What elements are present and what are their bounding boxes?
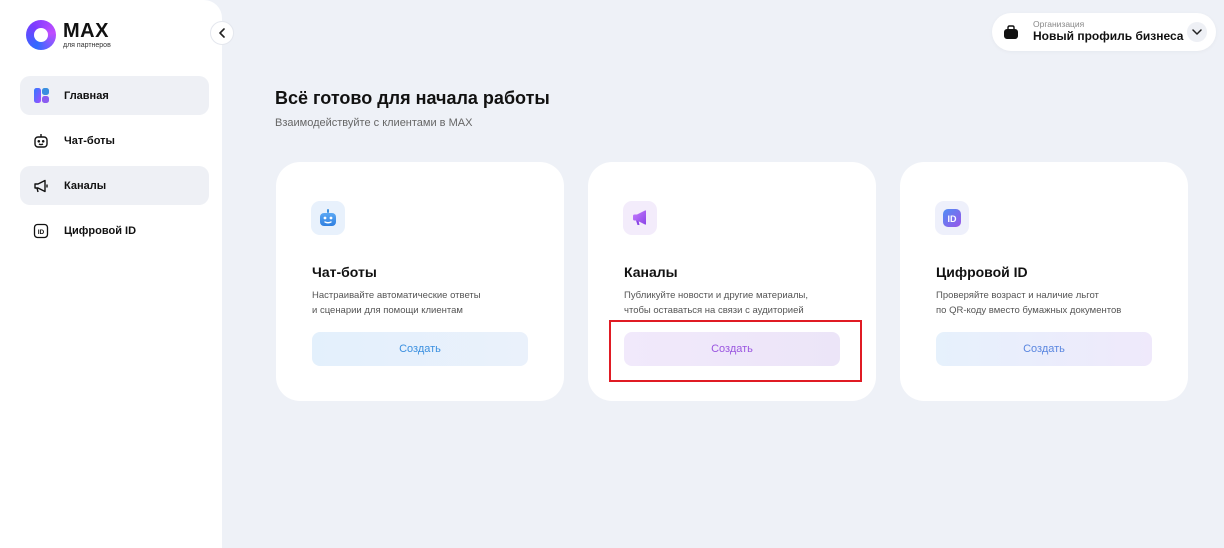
sidebar-item-label: Цифровой ID [64, 224, 137, 237]
create-channel-button[interactable]: Создать [624, 332, 840, 366]
card-title: Каналы [624, 264, 678, 280]
sidebar-item-label: Чат-боты [64, 134, 115, 147]
robot-icon [33, 133, 49, 149]
card-description-line: Настраивайте автоматические ответы [312, 290, 481, 301]
svg-text:ID: ID [948, 214, 958, 224]
card-channels: Каналы Публикуйте новости и другие матер… [588, 162, 876, 401]
sidebar-item-label: Каналы [64, 179, 107, 192]
card-chatbots: Чат-боты Настраивайте автоматические отв… [276, 162, 564, 401]
brand-title: MAX [63, 20, 109, 42]
sidebar-item-chatbots[interactable]: Чат-боты [20, 121, 209, 160]
brand-subtitle: для партнеров [63, 42, 111, 49]
briefcase-icon [1003, 24, 1019, 40]
sidebar-collapse-button[interactable] [210, 21, 234, 45]
organization-name: Новый профиль бизнеса [1033, 28, 1184, 43]
brand-text: MAX для партнеров [63, 21, 111, 49]
card-description-line: по QR-коду вместо бумажных документов [936, 304, 1122, 316]
sidebar-nav: Главная Чат-боты Каналы ID Цифровой ID [20, 76, 209, 256]
max-logo-icon [26, 20, 56, 50]
id-icon: ID [33, 223, 49, 239]
sidebar-item-digital-id[interactable]: ID Цифровой ID [20, 211, 209, 250]
sidebar: MAX для партнеров Главная Чат-боты Канал… [0, 0, 222, 548]
card-description-line: и сценарии для помощи клиентам [312, 304, 463, 316]
card-description: Проверяйте возраст и наличие льгот по QR… [936, 289, 1176, 318]
svg-text:ID: ID [38, 228, 45, 235]
id-icon: ID [935, 201, 969, 235]
organization-selector[interactable]: Организация Новый профиль бизнеса [992, 13, 1216, 51]
card-digital-id: ID Цифровой ID Проверяйте возраст и нали… [900, 162, 1188, 401]
card-description-line: Проверяйте возраст и наличие льгот [936, 290, 1099, 301]
card-title: Цифровой ID [936, 264, 1028, 280]
sidebar-item-home[interactable]: Главная [20, 76, 209, 115]
brand-logo[interactable]: MAX для партнеров [26, 20, 111, 50]
create-chatbot-button[interactable]: Создать [312, 332, 528, 366]
robot-icon [311, 201, 345, 235]
megaphone-icon [623, 201, 657, 235]
sidebar-item-label: Главная [64, 89, 109, 102]
card-description: Публикуйте новости и другие материалы, ч… [624, 289, 864, 318]
chevron-down-icon[interactable] [1187, 22, 1207, 42]
card-description-line: Публикуйте новости и другие материалы, [624, 290, 808, 301]
card-title: Чат-боты [312, 264, 377, 280]
home-grid-icon [33, 88, 49, 104]
card-description: Настраивайте автоматические ответы и сце… [312, 289, 552, 318]
create-digital-id-button[interactable]: Создать [936, 332, 1152, 366]
megaphone-icon [33, 178, 49, 194]
card-description-line: чтобы оставаться на связи с аудиторией [624, 304, 804, 316]
page-title: Всё готово для начала работы [275, 88, 550, 108]
sidebar-item-channels[interactable]: Каналы [20, 166, 209, 205]
page-subtitle: Взаимодействуйте с клиентами в MAX [275, 117, 473, 129]
organization-text: Организация Новый профиль бизнеса [1033, 19, 1184, 44]
chevron-left-icon [219, 28, 225, 38]
